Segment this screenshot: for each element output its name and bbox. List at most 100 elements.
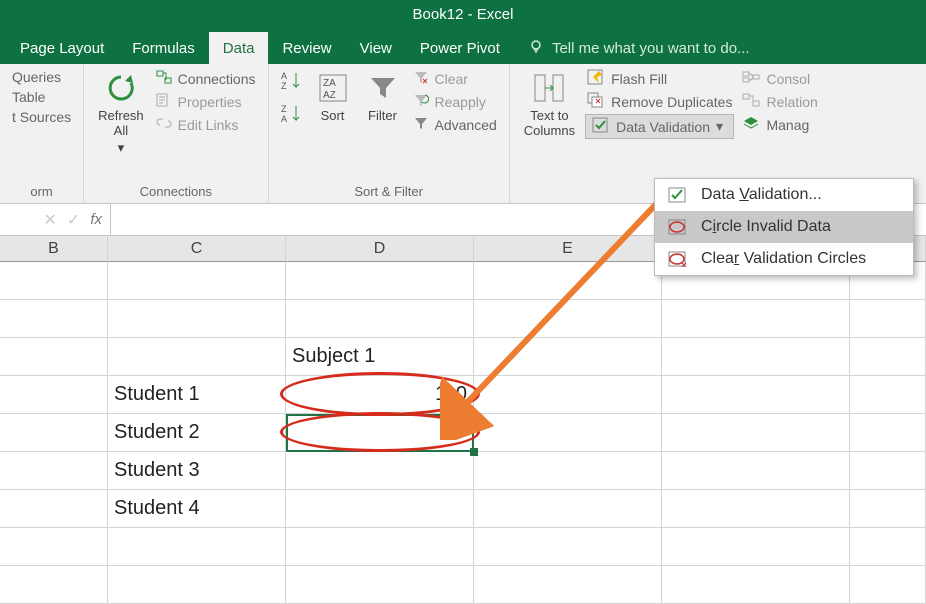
- fill-handle[interactable]: [470, 448, 478, 456]
- sort-desc-button[interactable]: ZA: [279, 101, 305, 128]
- cell[interactable]: [474, 452, 662, 490]
- cell[interactable]: [474, 490, 662, 528]
- connections-button[interactable]: Connections: [154, 68, 258, 89]
- manage-icon: [742, 115, 760, 134]
- relation-icon: [742, 92, 760, 111]
- text-to-columns-button[interactable]: Text to Columns: [520, 68, 579, 140]
- cell[interactable]: [662, 376, 850, 414]
- tab-data[interactable]: Data: [209, 32, 269, 64]
- cell[interactable]: [474, 376, 662, 414]
- tab-review[interactable]: Review: [268, 32, 345, 64]
- cell-student[interactable]: Student 4: [108, 490, 286, 528]
- cell[interactable]: [662, 528, 850, 566]
- reapply-icon: [413, 92, 429, 111]
- sort-desc-icon: ZA: [281, 102, 303, 127]
- svg-text:Z: Z: [281, 104, 287, 114]
- recent-sources-button[interactable]: t Sources: [10, 108, 73, 126]
- table-button[interactable]: Table: [10, 88, 73, 106]
- advanced-icon: [413, 115, 429, 134]
- cell-student[interactable]: Student 3: [108, 452, 286, 490]
- cell[interactable]: [0, 376, 108, 414]
- cell[interactable]: [662, 452, 850, 490]
- flash-fill-button[interactable]: Flash Fill: [585, 68, 734, 89]
- properties-button[interactable]: Properties: [154, 91, 258, 112]
- cell[interactable]: [0, 490, 108, 528]
- cell-subject-header[interactable]: Subject 1: [286, 338, 474, 376]
- cell[interactable]: [0, 300, 108, 338]
- tab-view[interactable]: View: [346, 32, 406, 64]
- sort-button[interactable]: ZAAZ Sort: [311, 68, 355, 125]
- cell[interactable]: [662, 338, 850, 376]
- remove-duplicates-button[interactable]: Remove Duplicates: [585, 91, 734, 112]
- consolidate-button[interactable]: Consol: [740, 68, 819, 89]
- cell[interactable]: [662, 414, 850, 452]
- cell-student[interactable]: Student 1: [108, 376, 286, 414]
- cancel-icon[interactable]: ✕: [44, 210, 57, 230]
- manage-data-model-button[interactable]: Manag: [740, 114, 819, 135]
- confirm-icon[interactable]: ✓: [67, 210, 80, 230]
- cell[interactable]: [0, 414, 108, 452]
- cell[interactable]: [0, 452, 108, 490]
- sheet: B C D E F Subject 1 Student 1110 Student…: [0, 236, 926, 604]
- text-to-columns-icon: [531, 70, 567, 106]
- refresh-all-button[interactable]: Refresh All▾: [94, 68, 148, 158]
- remove-dup-icon: [587, 92, 605, 111]
- cell[interactable]: [474, 414, 662, 452]
- cell[interactable]: [0, 566, 108, 604]
- data-validation-icon: [592, 117, 610, 136]
- cell[interactable]: [286, 490, 474, 528]
- col-header-e[interactable]: E: [474, 236, 662, 262]
- reapply-button[interactable]: Reapply: [411, 91, 499, 112]
- col-header-d[interactable]: D: [286, 236, 474, 262]
- cell[interactable]: [286, 300, 474, 338]
- edit-links-button[interactable]: Edit Links: [154, 114, 258, 135]
- cell[interactable]: [474, 566, 662, 604]
- tab-page-layout[interactable]: Page Layout: [6, 32, 118, 64]
- tell-me-search[interactable]: Tell me what you want to do...: [514, 38, 764, 64]
- window-title: Book12 - Excel: [413, 6, 514, 23]
- tab-formulas[interactable]: Formulas: [118, 32, 209, 64]
- cell[interactable]: [474, 300, 662, 338]
- svg-text:AZ: AZ: [323, 90, 336, 101]
- cell[interactable]: [108, 300, 286, 338]
- relationships-button[interactable]: Relation: [740, 91, 819, 112]
- cell[interactable]: [108, 528, 286, 566]
- clear-filter-button[interactable]: Clear: [411, 68, 499, 89]
- col-header-c[interactable]: C: [108, 236, 286, 262]
- cell[interactable]: [0, 262, 108, 300]
- cell[interactable]: [474, 262, 662, 300]
- cell[interactable]: [286, 414, 474, 452]
- group-label-transform: orm: [10, 184, 73, 201]
- sort-asc-button[interactable]: AZ: [279, 68, 305, 95]
- cell[interactable]: [108, 262, 286, 300]
- cell[interactable]: [662, 300, 850, 338]
- group-label-sortfilter: Sort & Filter: [279, 184, 499, 201]
- tab-power-pivot[interactable]: Power Pivot: [406, 32, 514, 64]
- cell[interactable]: [0, 528, 108, 566]
- ribbon-tabs: Page Layout Formulas Data Review View Po…: [0, 28, 926, 64]
- cell[interactable]: [286, 566, 474, 604]
- cell[interactable]: [474, 338, 662, 376]
- col-header-b[interactable]: B: [0, 236, 108, 262]
- cell[interactable]: [108, 338, 286, 376]
- cell[interactable]: [474, 528, 662, 566]
- cell[interactable]: [286, 452, 474, 490]
- cell[interactable]: [662, 566, 850, 604]
- sort-icon: ZAAZ: [315, 70, 351, 106]
- cell[interactable]: [286, 262, 474, 300]
- advanced-filter-button[interactable]: Advanced: [411, 114, 499, 135]
- fx-icon[interactable]: fx: [90, 211, 102, 228]
- lightbulb-icon: [528, 38, 544, 58]
- cell-value[interactable]: 110: [286, 376, 474, 414]
- menu-data-validation[interactable]: Data Validation...: [655, 179, 913, 211]
- cell[interactable]: [0, 338, 108, 376]
- data-validation-button[interactable]: Data Validation ▾: [585, 114, 734, 139]
- queries-button[interactable]: Queries: [10, 68, 73, 86]
- cell[interactable]: [108, 566, 286, 604]
- filter-button[interactable]: Filter: [361, 68, 405, 125]
- cell-student[interactable]: Student 2: [108, 414, 286, 452]
- cell[interactable]: [662, 490, 850, 528]
- cell[interactable]: [286, 528, 474, 566]
- menu-circle-invalid-data[interactable]: Circle Invalid Data: [655, 211, 913, 243]
- menu-clear-validation-circles[interactable]: Clear Validation Circles: [655, 243, 913, 275]
